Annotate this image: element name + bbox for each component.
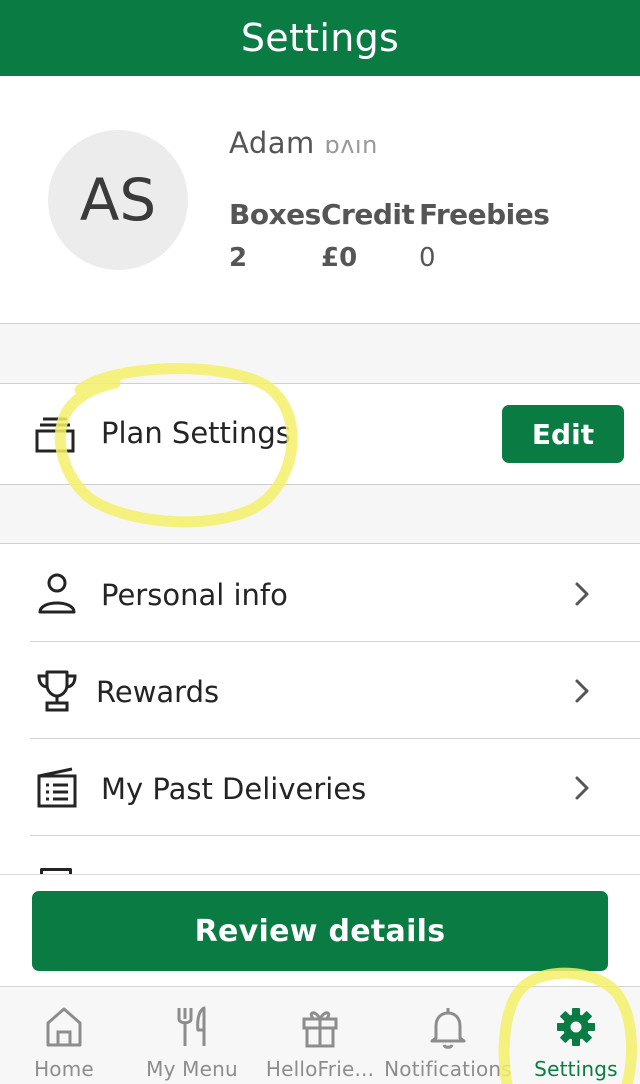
tab-label: HelloFrie...	[265, 1057, 375, 1081]
menu-item-personal-info[interactable]: Personal info	[30, 545, 640, 642]
section-spacer	[0, 484, 640, 544]
plan-settings-label: Plan Settings	[101, 416, 291, 450]
stack-icon	[35, 417, 75, 453]
header-bar: Settings	[0, 0, 640, 76]
tab-home[interactable]: Home	[0, 987, 128, 1084]
stat-label: Credit	[321, 198, 415, 231]
settings-menu-list: Personal info Rewards My Past Deliveries	[0, 545, 640, 836]
tab-settings[interactable]: Settings	[512, 987, 640, 1084]
gear-icon	[557, 1008, 595, 1046]
user-first-name: Adam	[229, 126, 325, 160]
tab-label: Home	[34, 1057, 94, 1081]
plan-settings-row[interactable]: Plan Settings Edit	[0, 384, 640, 484]
stat-boxes: Boxes 2	[229, 198, 321, 273]
chevron-right-icon	[575, 582, 589, 606]
stat-label: Freebies	[419, 198, 550, 231]
menu-item-rewards[interactable]: Rewards	[30, 642, 640, 739]
tab-label: Settings	[534, 1057, 618, 1081]
bottom-tab-bar: Home My Menu HelloFrie... Notifications	[0, 986, 640, 1084]
user-last-name-obscured: ɒʌın	[324, 131, 378, 159]
page-title: Settings	[240, 16, 400, 60]
cta-bar: Review details	[0, 874, 640, 986]
deliveries-icon	[37, 767, 77, 808]
bell-icon	[430, 1008, 466, 1049]
tab-hellofriends[interactable]: HelloFrie...	[256, 987, 384, 1084]
tab-label: Notifications	[384, 1057, 512, 1081]
menu-item-label: My Past Deliveries	[101, 772, 367, 806]
tab-my-menu[interactable]: My Menu	[128, 987, 256, 1084]
stat-freebies: Freebies 0	[419, 198, 550, 273]
avatar-initials: AS	[79, 166, 157, 234]
stat-credit: Credit £0	[321, 198, 415, 273]
stat-value: £0	[321, 243, 358, 273]
review-details-button[interactable]: Review details	[32, 891, 608, 971]
avatar: AS	[48, 130, 188, 270]
chevron-right-icon	[575, 679, 589, 703]
stat-label: Boxes	[229, 198, 321, 231]
edit-plan-button[interactable]: Edit	[502, 405, 624, 463]
home-icon	[46, 1007, 82, 1047]
user-name: Adam ɒʌın	[229, 126, 378, 160]
section-spacer	[0, 324, 640, 384]
menu-item-label: Personal info	[101, 578, 288, 612]
trophy-icon	[37, 670, 77, 712]
stat-value: 2	[229, 243, 248, 273]
fork-knife-icon	[177, 1006, 206, 1046]
chevron-right-icon	[575, 776, 589, 800]
account-stats: Boxes 2 Credit £0 Freebies 0	[229, 198, 555, 273]
tab-label: My Menu	[146, 1057, 238, 1081]
menu-item-label: Rewards	[96, 675, 220, 709]
profile-section: AS Adam ɒʌın Boxes 2 Credit £0 Freebies …	[0, 76, 640, 324]
gift-icon	[302, 1011, 338, 1048]
stat-value: 0	[419, 243, 436, 273]
person-icon	[38, 573, 76, 614]
menu-item-partial[interactable]	[30, 836, 640, 876]
tab-notifications[interactable]: Notifications	[384, 987, 512, 1084]
menu-item-past-deliveries[interactable]: My Past Deliveries	[30, 739, 640, 836]
